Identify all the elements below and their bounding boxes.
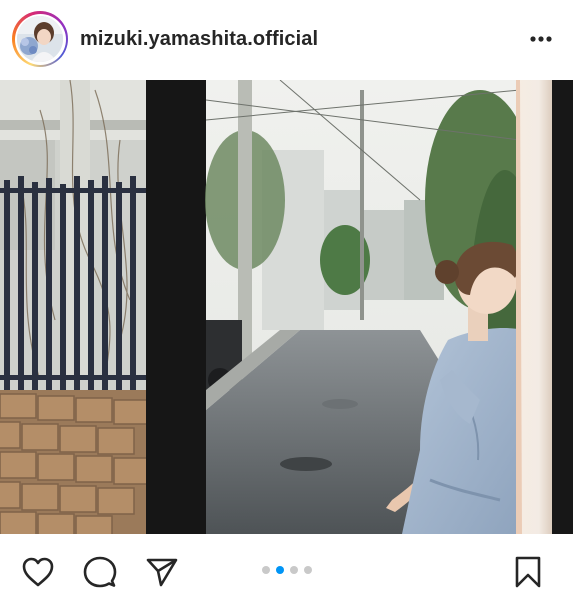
- profile-avatar[interactable]: [17, 16, 63, 62]
- bookmark-icon: [515, 556, 541, 588]
- action-bar: [0, 546, 573, 596]
- carousel-dot: [303, 566, 312, 574]
- carousel-dot-active: [275, 566, 284, 574]
- carousel-dot: [289, 566, 298, 574]
- more-options-button[interactable]: [525, 23, 557, 55]
- story-ring[interactable]: [12, 11, 68, 67]
- instagram-post: mizuki.yamashita.official: [0, 0, 573, 600]
- post-photo[interactable]: [0, 80, 573, 534]
- save-button[interactable]: [510, 554, 546, 590]
- carousel-indicator: [0, 566, 573, 574]
- username[interactable]: mizuki.yamashita.official: [80, 28, 318, 51]
- post-header: mizuki.yamashita.official: [0, 0, 573, 78]
- carousel-dot: [261, 566, 270, 574]
- more-horizontal-icon: [530, 36, 552, 42]
